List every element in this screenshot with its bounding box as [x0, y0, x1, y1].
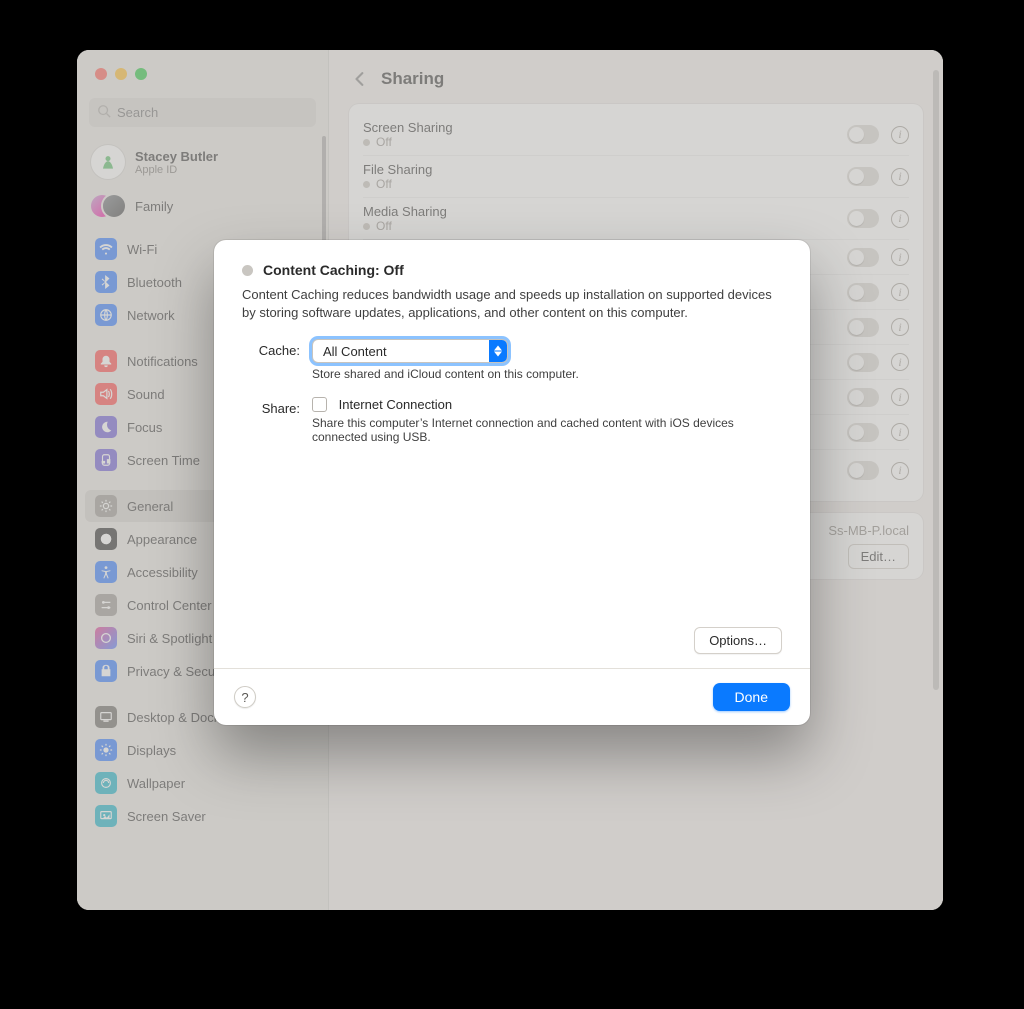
- sheet-title: Content Caching: Off: [263, 262, 404, 278]
- done-button[interactable]: Done: [713, 683, 790, 711]
- share-value: Internet Connection: [339, 397, 452, 412]
- help-button[interactable]: ?: [234, 686, 256, 708]
- cache-popup[interactable]: All Content: [312, 339, 508, 363]
- sheet-description: Content Caching reduces bandwidth usage …: [242, 286, 782, 321]
- share-hint: Share this computer’s Internet connectio…: [312, 416, 782, 444]
- chevron-up-down-icon: [489, 340, 507, 362]
- share-checkbox[interactable]: [312, 397, 327, 412]
- options-button[interactable]: Options…: [694, 627, 782, 654]
- cache-hint: Store shared and iCloud content on this …: [312, 367, 782, 381]
- content-caching-sheet: Content Caching: Off Content Caching red…: [214, 240, 810, 725]
- status-dot-icon: [242, 265, 253, 276]
- cache-value: All Content: [323, 344, 387, 359]
- cache-label: Cache:: [242, 339, 300, 358]
- share-label: Share:: [242, 397, 300, 416]
